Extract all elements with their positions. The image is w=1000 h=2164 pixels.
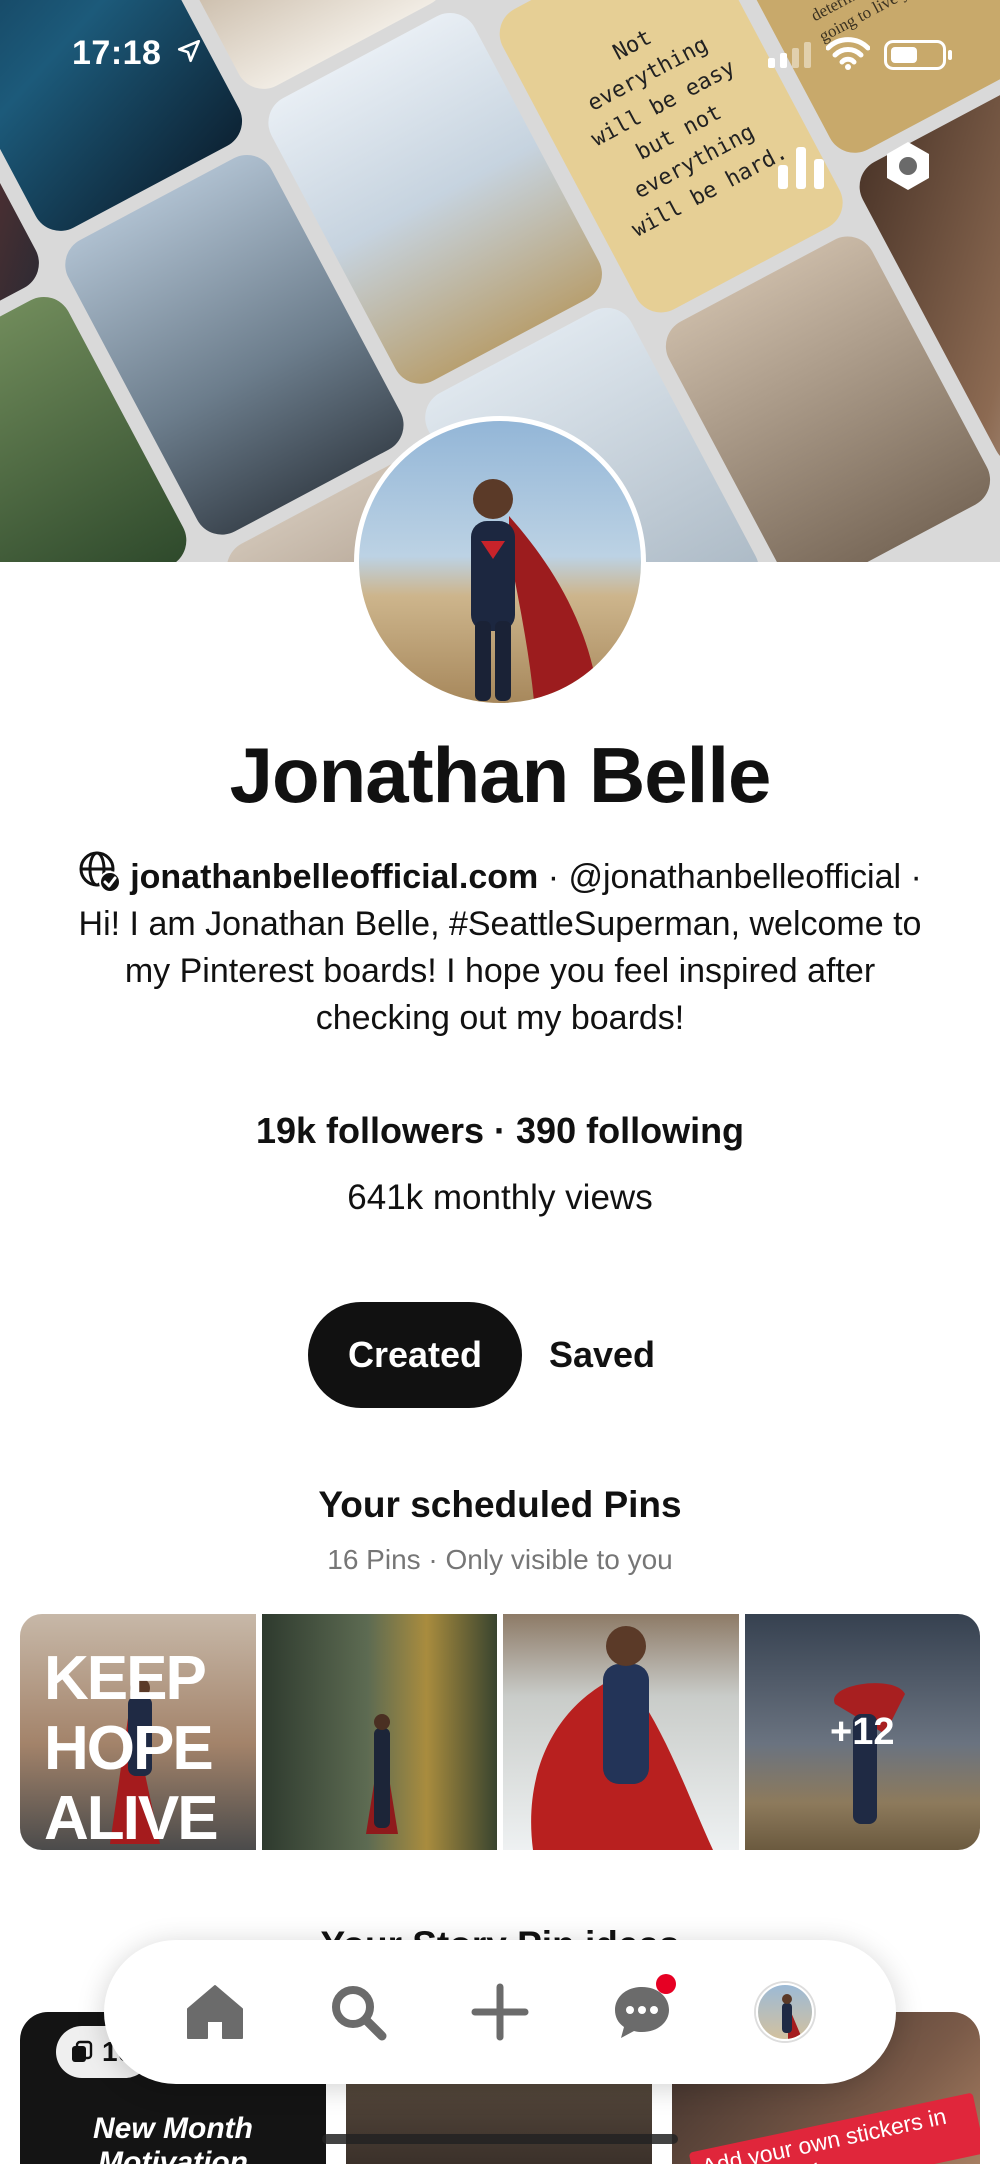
cellular-signal-icon [768,42,811,68]
tab-saved[interactable]: Saved [530,1302,674,1408]
more-pins-count: +12 [830,1710,895,1753]
avatar-photo [471,479,599,701]
scheduled-pins-preview[interactable]: KEEP HOPE ALIVE +12 [20,1614,980,1850]
monthly-views: 641k monthly views [347,1178,653,1217]
scheduled-pin-1[interactable]: KEEP HOPE ALIVE [20,1614,256,1850]
profile-avatar[interactable] [354,416,646,708]
notification-dot [656,1974,677,1994]
pin-overlay-text: KEEP HOPE ALIVE [44,1644,219,1850]
verified-globe-icon [79,851,122,893]
nav-create[interactable] [460,1972,540,2052]
scheduled-pin-3[interactable] [503,1614,739,1850]
plus-icon [471,1983,529,2041]
stats-icon [778,147,824,189]
scheduled-pin-4[interactable]: +12 [744,1614,980,1850]
stats-button[interactable] [766,132,838,204]
pages-icon [72,2040,93,2062]
wifi-icon [826,37,870,70]
status-time: 17:18 [72,34,162,72]
nav-messages[interactable] [602,1972,682,2052]
pin-figure [531,1626,713,1850]
profile-name: Jonathan Belle [229,731,772,819]
profile-bio: jonathanbelleofficial.com · @jonathanbel… [56,850,944,1042]
idea-card-text: New Month Motivation [93,2112,253,2164]
status-bar: 17:18 [0,0,1000,110]
pin-figure [365,1714,398,1834]
nav-search[interactable] [318,1972,398,2052]
bottom-nav-bar [104,1940,896,2084]
settings-button[interactable] [872,130,944,202]
home-indicator [322,2134,678,2144]
scheduled-pins-title: Your scheduled Pins [318,1484,682,1525]
scheduled-pins-subtitle: 16 Pins · Only visible to you [327,1544,673,1575]
battery-icon [884,40,952,70]
search-icon [331,1986,387,2041]
settings-icon [887,142,929,190]
follow-stats[interactable]: 19k followers · 390 following [0,1110,1000,1152]
nav-profile-avatar [755,1983,814,2041]
nav-home[interactable] [175,1972,255,2052]
nav-profile[interactable] [745,1972,825,2052]
scheduled-pin-2[interactable] [261,1614,497,1850]
home-icon [187,1985,244,2039]
tab-created[interactable]: Created [308,1302,522,1408]
profile-website-link[interactable]: jonathanbelleofficial.com [130,858,538,896]
idea-card-sticker: Add your own stickers in Instagram!! [688,2092,980,2164]
location-arrow-icon [177,39,201,63]
